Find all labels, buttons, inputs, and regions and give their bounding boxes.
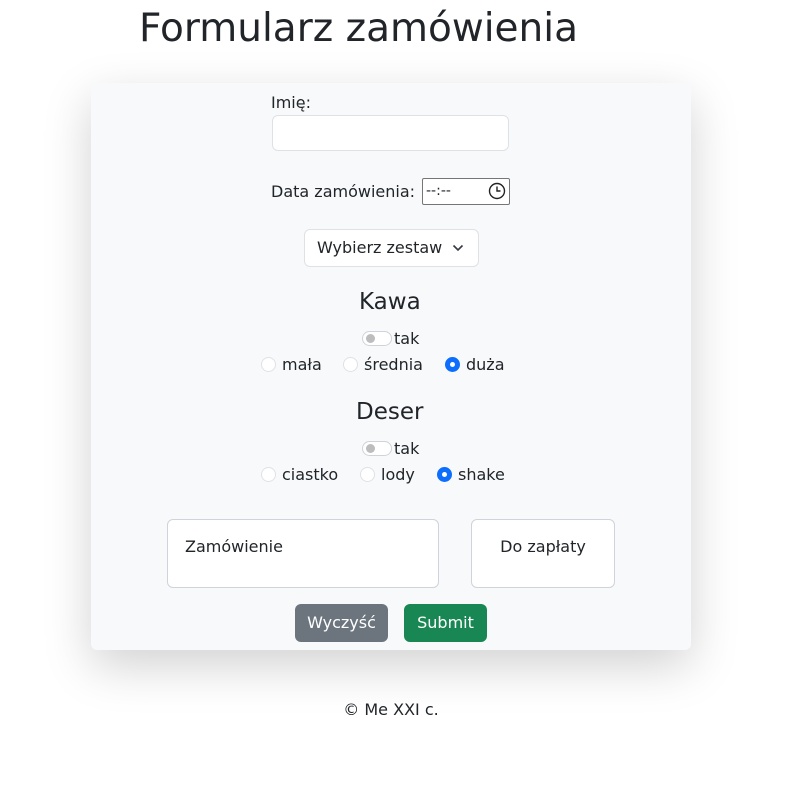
coffee-option-label: średnia (364, 355, 423, 374)
order-summary-box: Zamówienie (167, 519, 439, 588)
radio-dessert-cookie[interactable] (261, 467, 276, 482)
coffee-toggle[interactable] (362, 331, 392, 346)
coffee-section-title: Kawa (359, 289, 421, 315)
name-label: Imię: (271, 93, 311, 112)
dessert-toggle[interactable] (362, 441, 392, 456)
clear-button[interactable]: Wyczyść (295, 604, 388, 642)
dessert-option-label: lody (381, 465, 415, 484)
dessert-option-label: ciastko (282, 465, 339, 484)
chevron-down-icon (452, 244, 464, 252)
coffee-option-label: mała (282, 355, 322, 374)
dessert-toggle-knob (366, 444, 375, 453)
coffee-toggle-knob (366, 334, 375, 343)
order-date-label: Data zamówienia: (271, 182, 416, 201)
set-select-value: Wybierz zestaw (317, 238, 443, 257)
radio-coffee-small[interactable] (261, 357, 276, 372)
dessert-section-title: Deser (356, 399, 424, 425)
dessert-option-label: shake (458, 465, 505, 484)
radio-dessert-icecream[interactable] (360, 467, 375, 482)
total-text: Do zapłaty (500, 537, 586, 556)
radio-dessert-shake[interactable] (437, 467, 452, 482)
page-title: Formularz zamówienia (139, 6, 578, 51)
clock-icon[interactable] (488, 182, 506, 200)
radio-coffee-large[interactable] (445, 357, 460, 372)
radio-coffee-medium[interactable] (343, 357, 358, 372)
order-time-input[interactable]: --:-- (422, 178, 510, 205)
time-placeholder: --:-- (426, 183, 451, 199)
coffee-option-label: duża (466, 355, 505, 374)
total-box: Do zapłaty (471, 519, 615, 588)
submit-button[interactable]: Submit (404, 604, 487, 642)
footer-copyright: © Me XXI c. (343, 700, 439, 719)
name-input[interactable] (272, 115, 509, 151)
order-summary-text: Zamówienie (185, 537, 283, 556)
dessert-toggle-label: tak (394, 439, 420, 458)
order-form-card: Imię: Data zamówienia: --:-- Wybierz zes… (91, 83, 691, 650)
coffee-toggle-label: tak (394, 329, 420, 348)
set-select[interactable]: Wybierz zestaw (304, 229, 479, 267)
